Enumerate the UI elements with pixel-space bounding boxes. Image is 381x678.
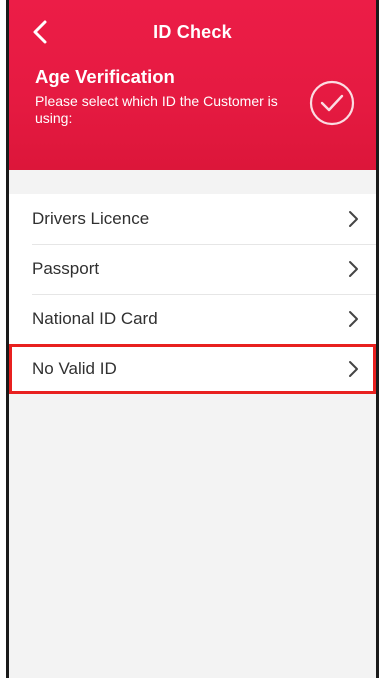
option-no-valid-id[interactable]: No Valid ID (9, 344, 376, 394)
option-label: Passport (32, 259, 100, 278)
option-national-id-card[interactable]: National ID Card (9, 294, 376, 344)
list-spacer (9, 170, 376, 194)
option-label: No Valid ID (32, 359, 117, 378)
section-title: Age Verification (35, 66, 175, 87)
section-subtitle: Please select which ID the Customer is u… (35, 93, 278, 126)
chevron-right-icon (349, 361, 358, 377)
chevron-right-icon (349, 211, 358, 227)
page-title: ID Check (153, 22, 232, 42)
chevron-right-icon (349, 261, 358, 277)
option-passport[interactable]: Passport (9, 244, 376, 294)
option-drivers-licence[interactable]: Drivers Licence (9, 194, 376, 244)
check-circle-icon (309, 80, 355, 126)
header: ID Check Age Verification Please select … (9, 0, 376, 170)
option-label: National ID Card (32, 309, 158, 328)
app-screen: ID Check Age Verification Please select … (6, 0, 379, 678)
chevron-right-icon (349, 311, 358, 327)
option-label: Drivers Licence (32, 209, 150, 228)
id-option-list: Drivers Licence Passport National ID Car… (9, 194, 376, 394)
